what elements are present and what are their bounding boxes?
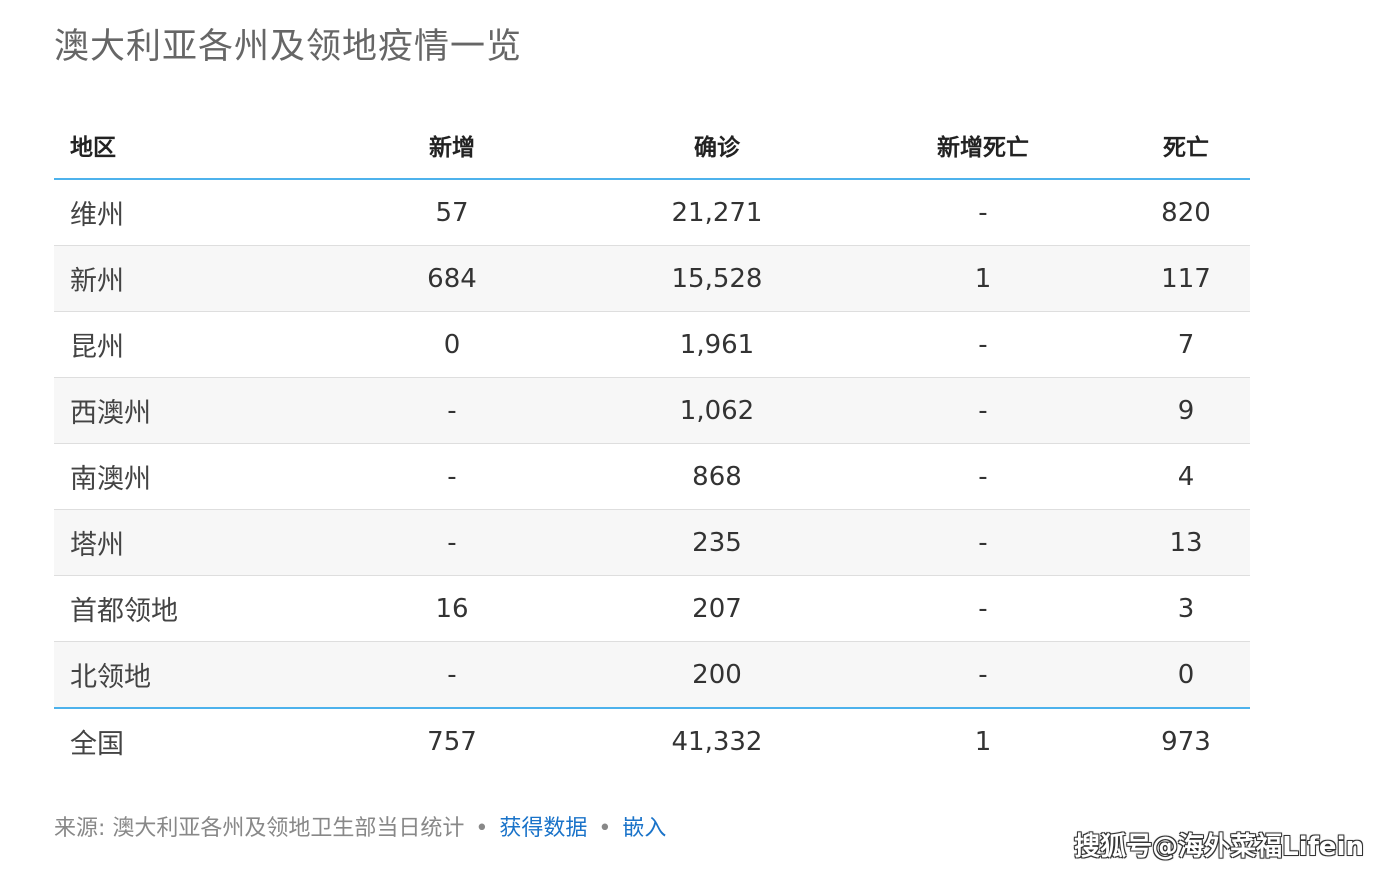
cell-deaths: 9 (1177, 395, 1195, 426)
total-new-deaths: 1 (974, 726, 992, 757)
cell-deaths: 7 (1177, 329, 1195, 360)
header-confirmed: 确诊 (694, 135, 740, 161)
cell-deaths: 820 (1161, 197, 1211, 228)
total-new: 757 (427, 726, 477, 757)
source-footer: 来源: 澳大利亚各州及领地卫生部当日统计 • 获得数据 • 嵌入 (54, 814, 666, 844)
table-row: 维州 57 21,271 - 820 (54, 180, 1250, 246)
cell-new-deaths: 1 (974, 263, 992, 294)
cell-confirmed: 235 (692, 527, 742, 558)
table-row: 西澳州 - 1,062 - 9 (54, 378, 1250, 444)
data-table: 地区 新增 确诊 新增死亡 死亡 维州 57 21,271 - 820 新州 6… (54, 112, 1250, 774)
cell-region: 新州 (70, 266, 124, 297)
cell-new-deaths: - (978, 395, 988, 426)
cell-new: - (447, 527, 457, 558)
cell-confirmed: 15,528 (671, 263, 763, 294)
table-row: 昆州 0 1,961 - 7 (54, 312, 1250, 378)
total-region: 全国 (70, 729, 124, 760)
total-confirmed: 41,332 (671, 726, 763, 757)
table-row: 首都领地 16 207 - 3 (54, 576, 1250, 642)
get-data-link[interactable]: 获得数据 (499, 816, 587, 841)
cell-confirmed: 200 (692, 659, 742, 690)
table-row: 新州 684 15,528 1 117 (54, 246, 1250, 312)
table-header: 地区 新增 确诊 新增死亡 死亡 (54, 112, 1250, 180)
cell-deaths: 4 (1177, 461, 1195, 492)
page-title: 澳大利亚各州及领地疫情一览 (54, 27, 523, 67)
cell-region: 西澳州 (70, 398, 151, 429)
cell-new: 684 (427, 263, 477, 294)
cell-new-deaths: - (978, 197, 988, 228)
cell-new: - (447, 395, 457, 426)
cell-new-deaths: - (978, 593, 988, 624)
cell-region: 维州 (70, 200, 124, 231)
cell-deaths: 13 (1169, 527, 1203, 558)
total-deaths: 973 (1161, 726, 1211, 757)
cell-region: 昆州 (70, 332, 124, 363)
header-new: 新增 (429, 135, 475, 161)
cell-new: - (447, 461, 457, 492)
cell-confirmed: 21,271 (671, 197, 763, 228)
cell-confirmed: 207 (692, 593, 742, 624)
cell-new-deaths: - (978, 527, 988, 558)
header-deaths: 死亡 (1163, 135, 1209, 161)
table-row: 北领地 - 200 - 0 (54, 642, 1250, 709)
cell-new: 57 (435, 197, 469, 228)
cell-deaths: 0 (1177, 659, 1195, 690)
cell-deaths: 3 (1177, 593, 1195, 624)
table-total-row: 全国 757 41,332 1 973 (54, 709, 1250, 774)
header-new-deaths: 新增死亡 (937, 135, 1029, 161)
cell-region: 北领地 (70, 662, 151, 693)
cell-new: 0 (443, 329, 461, 360)
cell-new-deaths: - (978, 329, 988, 360)
header-region: 地区 (70, 135, 116, 161)
table-row: 塔州 - 235 - 13 (54, 510, 1250, 576)
cell-confirmed: 1,062 (679, 395, 755, 426)
cell-confirmed: 1,961 (679, 329, 755, 360)
cell-new-deaths: - (978, 659, 988, 690)
cell-region: 塔州 (70, 530, 124, 561)
embed-link[interactable]: 嵌入 (622, 816, 666, 841)
cell-confirmed: 868 (692, 461, 742, 492)
separator-dot: • (475, 816, 489, 841)
cell-deaths: 117 (1161, 263, 1211, 294)
cell-new: 16 (435, 593, 469, 624)
cell-region: 南澳州 (70, 464, 151, 495)
cell-new: - (447, 659, 457, 690)
table-row: 南澳州 - 868 - 4 (54, 444, 1250, 510)
cell-new-deaths: - (978, 461, 988, 492)
cell-region: 首都领地 (70, 596, 178, 627)
separator-dot: • (598, 816, 612, 841)
watermark-text: 搜狐号@海外菜福Lifein (1074, 832, 1364, 862)
source-text: 来源: 澳大利亚各州及领地卫生部当日统计 (54, 816, 465, 841)
